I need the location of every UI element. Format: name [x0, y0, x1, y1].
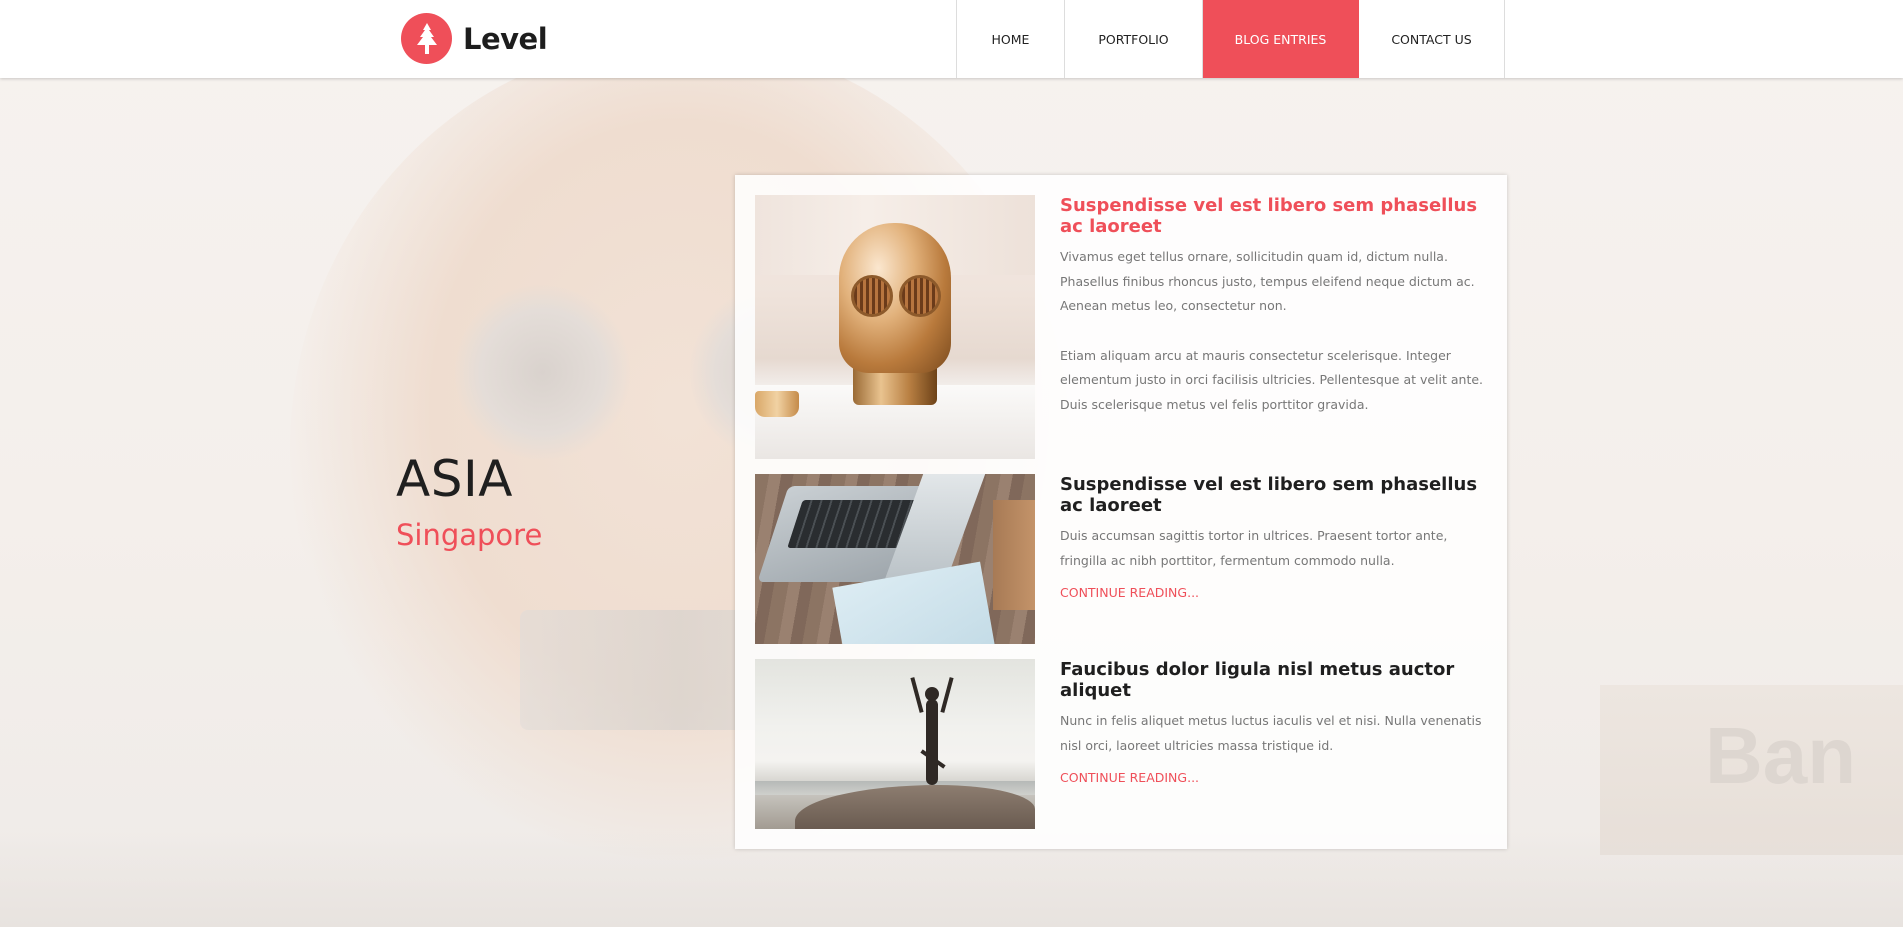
background-robot-eye-left: [455, 285, 630, 460]
blog-entry-text: Etiam aliquam arcu at mauris consectetur…: [1060, 347, 1484, 412]
blog-entry-body: Faucibus dolor ligula nisl metus auctor …: [1060, 659, 1490, 787]
laptop-image[interactable]: [755, 474, 1035, 644]
blog-entry-title[interactable]: Suspendisse vel est libero sem phasellus…: [1060, 474, 1490, 516]
blog-entry-text: Nunc in felis aliquet metus luctus iacul…: [1060, 713, 1482, 753]
site-header: Level HOME PORTFOLIO BLOG ENTRIES CONTAC…: [0, 0, 1903, 78]
city-subheading: Singapore: [396, 518, 543, 552]
continue-reading-link[interactable]: CONTINUE READING...: [1060, 585, 1199, 600]
main-nav: HOME PORTFOLIO BLOG ENTRIES CONTACT US: [956, 0, 1505, 78]
yoga-beach-image[interactable]: [755, 659, 1035, 829]
background-box-text: Ban: [1705, 711, 1857, 800]
blog-entry-title[interactable]: Suspendisse vel est libero sem phasellus…: [1060, 195, 1490, 237]
nav-item-contact-us[interactable]: CONTACT US: [1359, 0, 1505, 78]
continue-reading-link[interactable]: CONTINUE READING...: [1060, 770, 1199, 785]
blog-entry-text: Duis accumsan sagittis tortor in ultrice…: [1060, 528, 1448, 568]
blog-entry-title[interactable]: Faucibus dolor ligula nisl metus auctor …: [1060, 659, 1490, 701]
nav-item-blog-entries[interactable]: BLOG ENTRIES: [1203, 0, 1359, 78]
region-heading: ASIA: [396, 450, 513, 508]
blog-entry-text: Vivamus eget tellus ornare, sollicitudin…: [1060, 249, 1475, 314]
robot-head-image[interactable]: [755, 195, 1035, 459]
blog-panel: Suspendisse vel est libero sem phasellus…: [735, 175, 1507, 849]
nav-item-home[interactable]: HOME: [957, 0, 1065, 78]
site-logo[interactable]: Level: [401, 13, 548, 64]
brand-name: Level: [463, 21, 548, 56]
nav-item-portfolio[interactable]: PORTFOLIO: [1065, 0, 1203, 78]
tree-icon: [401, 13, 452, 64]
blog-entry-body: Suspendisse vel est libero sem phasellus…: [1060, 474, 1490, 602]
blog-entry-body: Suspendisse vel est libero sem phasellus…: [1060, 195, 1490, 418]
